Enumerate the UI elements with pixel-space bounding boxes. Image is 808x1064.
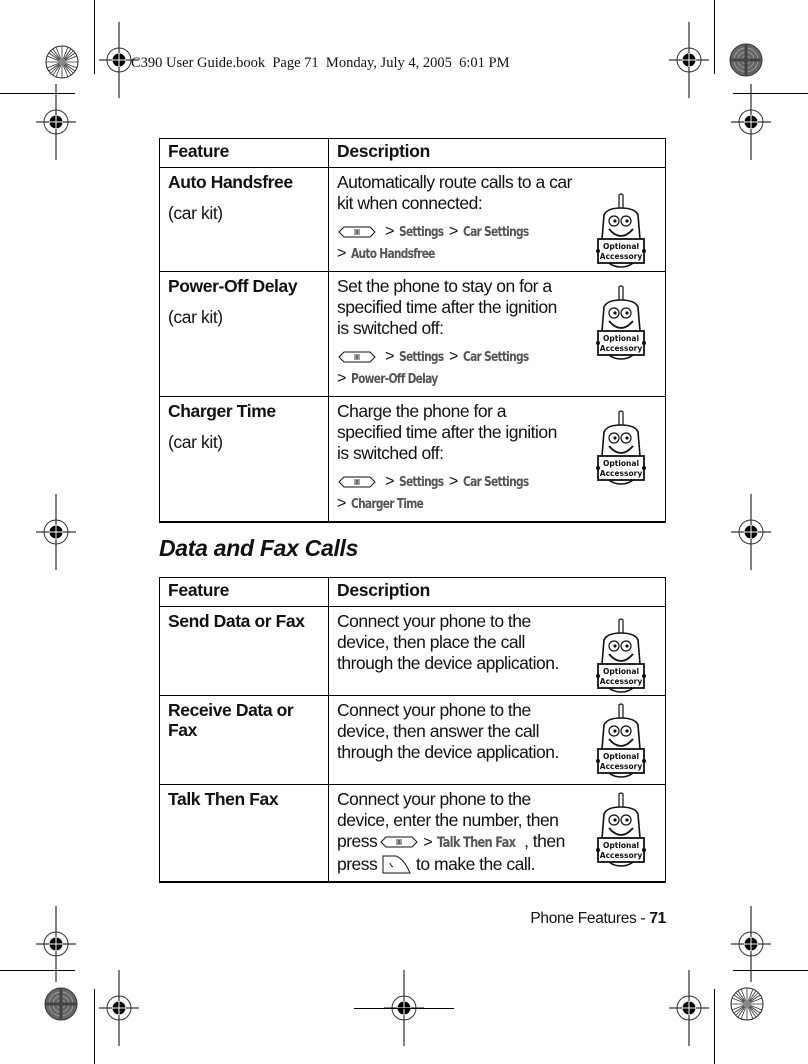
table-header-row: Feature Description (159, 577, 666, 607)
menu-item-talk-then-fax: Talk Then Fax (436, 835, 516, 851)
registration-mark-icon (35, 83, 77, 161)
optional-accessory-icon (595, 703, 647, 778)
feature-cell: Receive Data or Fax (159, 695, 329, 785)
menu-item-car-settings: Car Settings (462, 225, 529, 240)
registration-mark-icon (668, 969, 710, 1047)
color-bar-icon (45, 45, 79, 79)
menu-key-icon (338, 476, 376, 488)
feature-name: Send Data or Fax (168, 611, 305, 631)
registration-mark-icon (98, 969, 140, 1047)
menu-path: > Settings > Car Settings > Auto Handsfr… (337, 221, 572, 265)
description-text: Charge the phone for a specified time af… (337, 401, 557, 463)
crop-mark (0, 970, 75, 971)
feature-subtitle: (car kit) (168, 307, 223, 327)
description-cell: Charge the phone for a specified time af… (328, 396, 666, 523)
feature-name: Charger Time (168, 401, 276, 421)
menu-item-charger-time: Charger Time (350, 497, 424, 512)
optional-accessory-icon (595, 618, 647, 693)
optional-accessory-icon (595, 792, 647, 867)
send-key-icon (382, 855, 411, 874)
data-fax-feature-table: Feature Description Send Data or Fax Con… (159, 577, 666, 884)
feature-name: Auto Handsfree (168, 172, 293, 192)
crop-mark (733, 970, 808, 971)
column-header-description: Description (328, 577, 666, 607)
menu-item-settings: Settings (398, 475, 444, 490)
menu-item-car-settings: Car Settings (462, 475, 529, 490)
description-text: Automatically route calls to a car kit w… (337, 172, 572, 213)
description-text: Connect your phone to the device, then p… (337, 611, 559, 673)
optional-accessory-icon (595, 193, 647, 268)
description-cell: Connect your phone to the device, then p… (328, 606, 666, 696)
table-row: Power-Off Delay (car kit) Set the phone … (159, 271, 666, 397)
feature-name: Talk Then Fax (168, 789, 279, 809)
table-row: Charger Time (car kit) Charge the phone … (159, 396, 666, 523)
table-row: Receive Data or Fax Connect your phone t… (159, 695, 666, 785)
menu-item-auto-handsfree: Auto Handsfree (350, 247, 435, 262)
menu-path: > Settings > Car Settings > Charger Time (337, 471, 572, 515)
menu-path: > Settings > Car Settings > Power-Off De… (337, 346, 572, 390)
description-text: Connect your phone to the device, then a… (337, 700, 559, 762)
menu-item-settings: Settings (398, 225, 444, 240)
description-text: Connect your phone to the device, enter … (337, 789, 565, 874)
registration-mark-icon (730, 83, 772, 161)
page-footer: Phone Features - 71 (530, 910, 666, 928)
feature-subtitle: (car kit) (168, 203, 223, 223)
description-cell: Automatically route calls to a car kit w… (328, 167, 666, 272)
menu-item-car-settings: Car Settings (462, 350, 529, 365)
page-number: 71 (649, 910, 666, 927)
feature-name: Power-Off Delay (168, 276, 298, 296)
menu-key-icon (338, 351, 376, 363)
table-row: Send Data or Fax Connect your phone to t… (159, 606, 666, 696)
table-header-row: Feature Description (159, 138, 666, 168)
section-title: Data and Fax Calls (159, 535, 359, 561)
table-row: Talk Then Fax Connect your phone to the … (159, 784, 666, 884)
registration-mark-icon (668, 21, 710, 99)
crop-mark (714, 989, 715, 1064)
registration-mark-icon (35, 905, 77, 983)
description-cell: Connect your phone to the device, enter … (328, 784, 666, 884)
feature-subtitle: (car kit) (168, 432, 223, 452)
crop-mark (714, 0, 715, 74)
menu-item-power-off-delay: Power-Off Delay (350, 372, 438, 387)
description-cell: Set the phone to stay on for a specified… (328, 271, 666, 397)
registration-mark-icon (730, 493, 772, 571)
description-text: Set the phone to stay on for a specified… (337, 276, 557, 338)
column-header-feature: Feature (159, 577, 329, 607)
feature-cell: Charger Time (car kit) (159, 396, 329, 523)
feature-name: Receive Data or Fax (168, 700, 294, 740)
feature-cell: Power-Off Delay (car kit) (159, 271, 329, 397)
column-header-description: Description (328, 138, 666, 168)
car-kit-feature-table: Feature Description Auto Handsfree (car … (159, 138, 666, 523)
color-bar-icon (730, 987, 764, 1021)
crop-mark (354, 1008, 454, 1009)
menu-item-settings: Settings (398, 350, 444, 365)
color-bar-icon (728, 42, 764, 78)
print-stamp: C390 User Guide.book Page 71 Monday, Jul… (131, 55, 510, 71)
crop-mark (94, 0, 95, 74)
menu-key-icon (338, 226, 376, 238)
feature-cell: Talk Then Fax (159, 784, 329, 884)
registration-mark-icon (35, 493, 77, 571)
footer-section: Phone Features - (530, 910, 650, 927)
column-header-feature: Feature (159, 138, 329, 168)
registration-mark-icon (730, 905, 772, 983)
optional-accessory-icon (595, 285, 647, 360)
color-bar-icon (43, 986, 79, 1022)
menu-key-icon (380, 836, 418, 848)
feature-cell: Send Data or Fax (159, 606, 329, 696)
feature-cell: Auto Handsfree (car kit) (159, 167, 329, 272)
table-row: Auto Handsfree (car kit) Automatically r… (159, 167, 666, 272)
optional-accessory-icon (595, 410, 647, 485)
description-cell: Connect your phone to the device, then a… (328, 695, 666, 785)
